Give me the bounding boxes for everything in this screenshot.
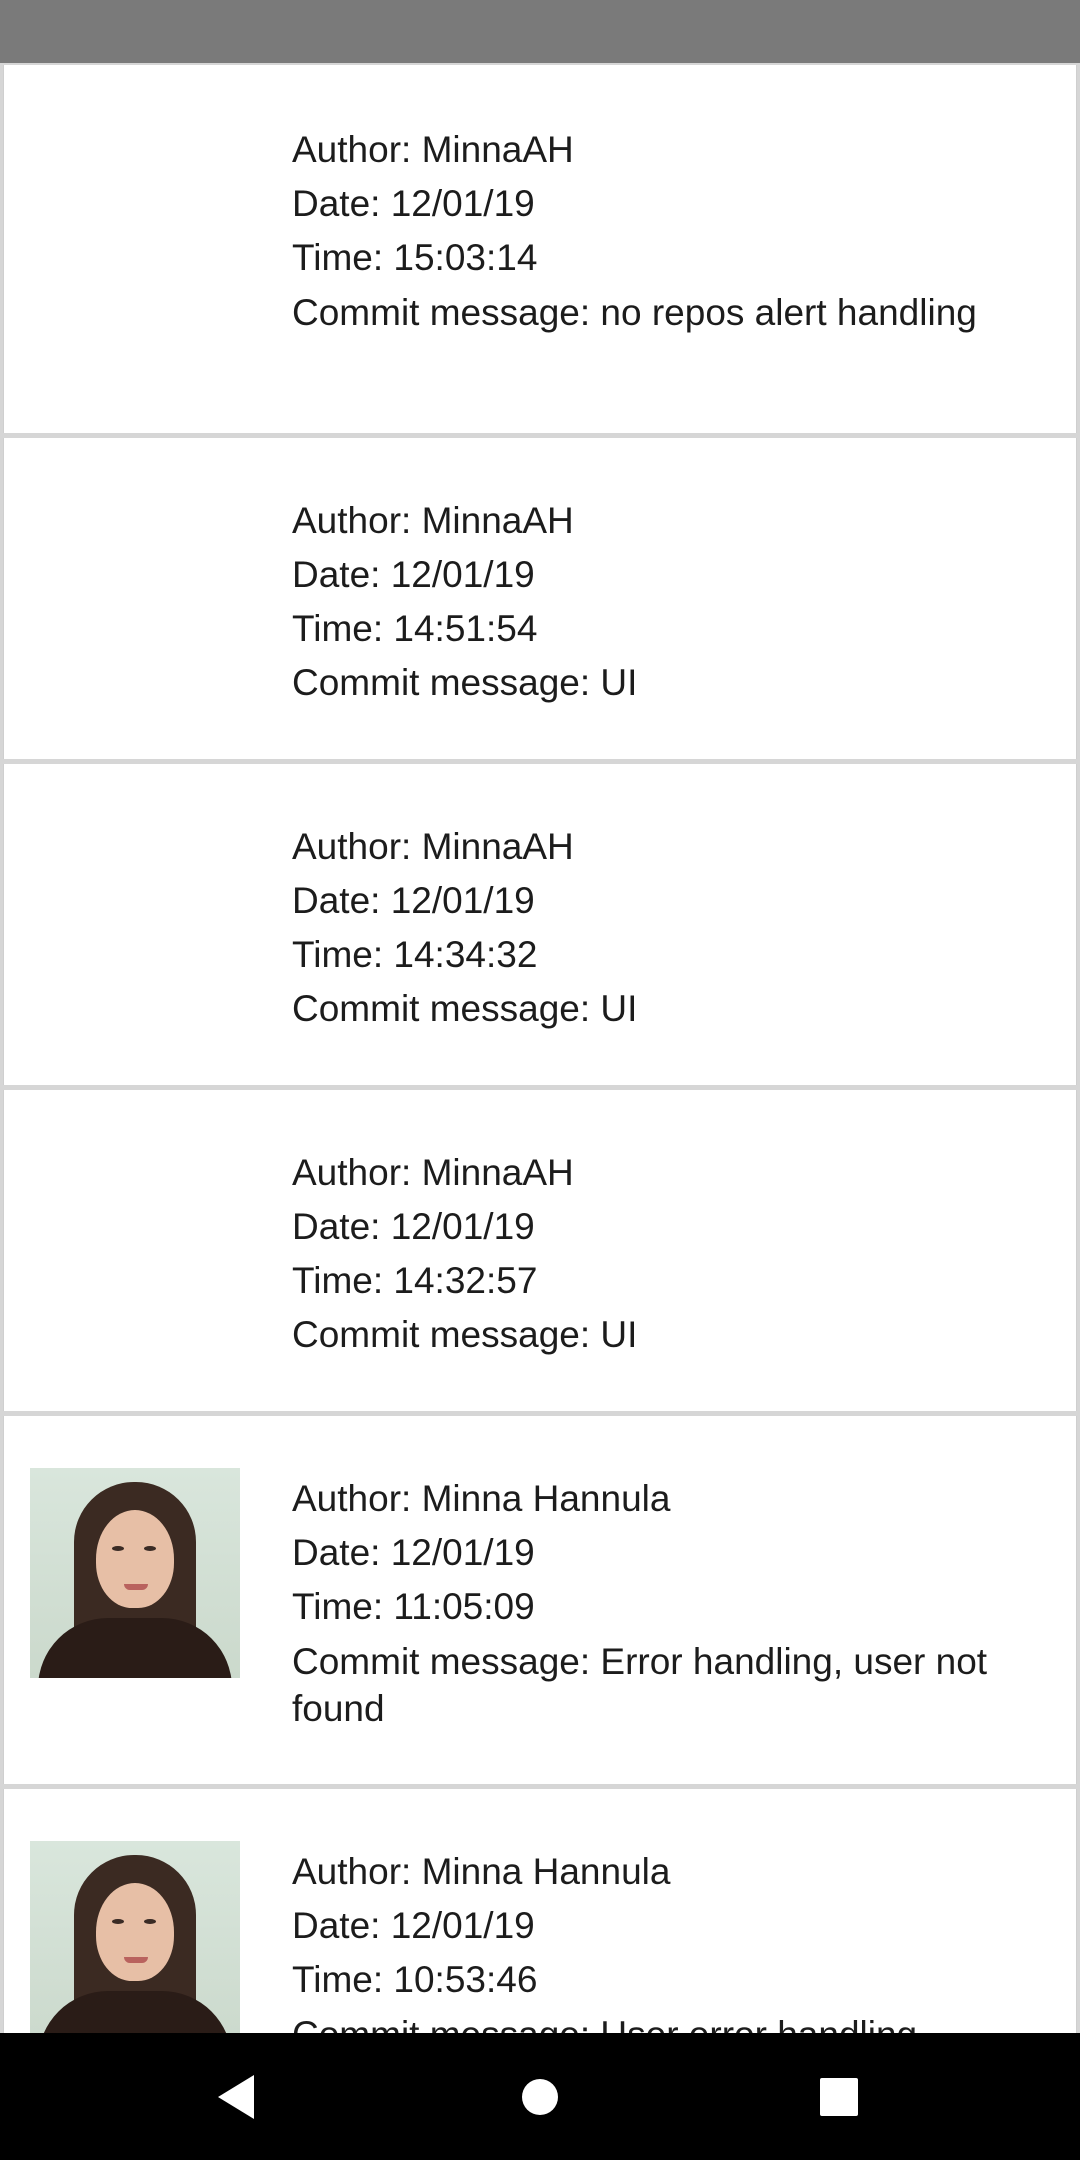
- triangle-back-icon: [218, 2074, 254, 2119]
- commit-info: Author: Minna Hannula Date: 12/01/19 Tim…: [292, 1472, 1012, 1732]
- commit-date: Date: 12/01/19: [292, 880, 535, 921]
- commit-author: Author: Minna Hannula: [292, 1851, 671, 1892]
- commit-info: Author: MinnaAH Date: 12/01/19 Time: 14:…: [292, 1146, 1012, 1362]
- square-recents-icon: [820, 2077, 858, 2116]
- commit-date: Date: 12/01/19: [292, 1532, 535, 1573]
- commit-card[interactable]: Author: MinnaAH Date: 12/01/19 Time: 14:…: [3, 764, 1077, 1085]
- circle-home-icon: [522, 2078, 558, 2115]
- commit-time: Time: 15:03:14: [292, 237, 538, 278]
- commit-list[interactable]: Author: MinnaAH Date: 12/01/19 Time: 15:…: [0, 63, 1080, 2033]
- author-avatar: [30, 1841, 240, 2033]
- home-button[interactable]: [480, 2033, 600, 2160]
- commit-date: Date: 12/01/19: [292, 554, 535, 595]
- commit-date: Date: 12/01/19: [292, 183, 535, 224]
- commit-author: Author: Minna Hannula: [292, 1478, 671, 1519]
- commit-message: Commit message: User error handling: [292, 2011, 1012, 2033]
- commit-date: Date: 12/01/19: [292, 1905, 535, 1946]
- commit-card[interactable]: Author: MinnaAH Date: 12/01/19 Time: 15:…: [3, 65, 1077, 433]
- commit-time: Time: 14:34:32: [292, 934, 538, 975]
- commit-time: Time: 11:05:09: [292, 1586, 535, 1627]
- commit-time: Time: 14:32:57: [292, 1260, 538, 1301]
- commit-time: Time: 14:51:54: [292, 608, 538, 649]
- commit-card[interactable]: Author: Minna Hannula Date: 12/01/19 Tim…: [3, 1416, 1077, 1784]
- commit-author: Author: MinnaAH: [292, 826, 574, 867]
- recents-button[interactable]: [779, 2033, 899, 2160]
- commit-card[interactable]: Author: Minna Hannula Date: 12/01/19 Tim…: [3, 1789, 1077, 2033]
- commit-info: Author: MinnaAH Date: 12/01/19 Time: 14:…: [292, 820, 1012, 1036]
- commit-message: Commit message: Error handling, user not…: [292, 1641, 988, 1729]
- commit-card[interactable]: Author: MinnaAH Date: 12/01/19 Time: 14:…: [3, 438, 1077, 759]
- author-avatar: [30, 1468, 240, 1678]
- commit-author: Author: MinnaAH: [292, 500, 574, 541]
- app-screen: Author: MinnaAH Date: 12/01/19 Time: 15:…: [0, 0, 1080, 2160]
- commit-date: Date: 12/01/19: [292, 1206, 535, 1247]
- commit-message: Commit message: no repos alert handling: [292, 292, 977, 333]
- status-bar: [0, 0, 1080, 63]
- commit-info: Author: MinnaAH Date: 12/01/19 Time: 15:…: [292, 123, 1012, 336]
- navigation-bar: [0, 2033, 1080, 2160]
- commit-info: Author: MinnaAH Date: 12/01/19 Time: 14:…: [292, 494, 1012, 710]
- back-button[interactable]: [176, 2033, 296, 2160]
- commit-message: Commit message: UI: [292, 1314, 638, 1355]
- commit-author: Author: MinnaAH: [292, 1152, 574, 1193]
- commit-author: Author: MinnaAH: [292, 129, 574, 170]
- commit-message: Commit message: UI: [292, 662, 638, 703]
- commit-time: Time: 10:53:46: [292, 1959, 538, 2000]
- commit-card[interactable]: Author: MinnaAH Date: 12/01/19 Time: 14:…: [3, 1090, 1077, 1411]
- commit-info: Author: Minna Hannula Date: 12/01/19 Tim…: [292, 1845, 1012, 2033]
- commit-message: Commit message: UI: [292, 988, 638, 1029]
